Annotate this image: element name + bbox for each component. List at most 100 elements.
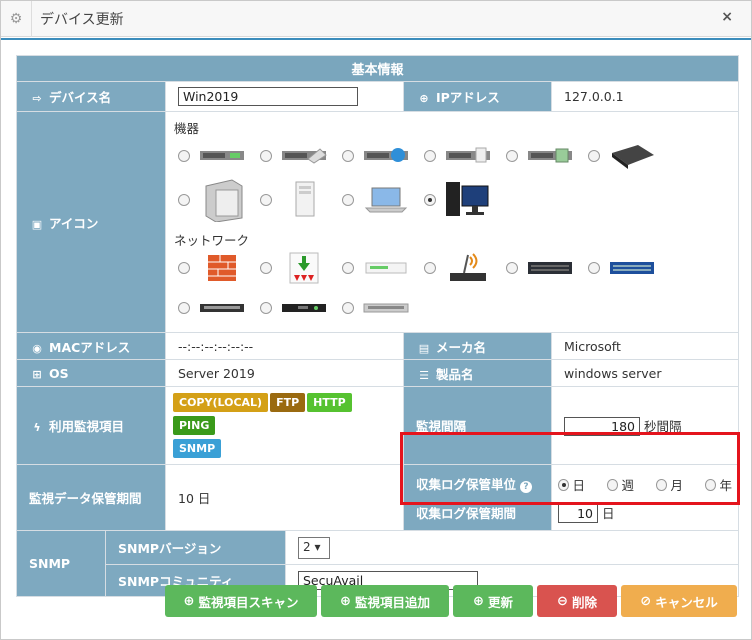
device-icon-row-2 — [174, 176, 730, 224]
mac-value: --:--:--:--:--:-- — [165, 332, 404, 360]
plus-circle-icon: ⊕ — [183, 593, 195, 609]
device-icon-radio[interactable] — [424, 150, 436, 162]
snmp-version-select[interactable]: 2 ▾ — [298, 536, 330, 559]
server-rack-icon — [280, 139, 328, 173]
tower-pc-icon — [280, 178, 328, 222]
log-unit-options: 日 週 月 年 — [558, 473, 732, 497]
network-icon-row-2 — [174, 288, 730, 328]
ban-icon: ⊘ — [640, 593, 652, 609]
network-icon-radio[interactable] — [424, 262, 436, 274]
device-form: 基本情報 ⇨ デバイス名 Win2019 ⊕ IPアドレス 127.0.0.1 ▣ ア… — [15, 55, 740, 597]
building-icon: ▤ — [418, 341, 430, 355]
log-unit-option-week: 週 — [621, 478, 635, 493]
log-unit-radio-day[interactable] — [558, 478, 569, 491]
log-period-label: 収集ログ保管期間 — [416, 505, 517, 521]
edit-icon: ⇨ — [32, 92, 42, 105]
log-unit-option-day: 日 — [572, 478, 586, 493]
gear-icon: ⚙ — [9, 10, 23, 27]
firewall-icon — [198, 251, 246, 285]
badge-snmp: SNMP — [173, 439, 222, 458]
network-icon-radio[interactable] — [588, 262, 600, 274]
device-icon-radio[interactable] — [260, 150, 272, 162]
network-icon-radio[interactable] — [342, 302, 354, 314]
wifi-router-icon — [444, 251, 492, 285]
device-icon-radio-selected[interactable] — [424, 194, 436, 206]
device-icon-radio[interactable] — [260, 194, 272, 206]
switch-blue-icon — [608, 251, 656, 285]
monitor-items-label: ϟ 利用監視項目 — [16, 386, 166, 465]
delete-button[interactable]: ⊖ 削除 — [537, 585, 617, 617]
product-label: ☰ 製品名 — [403, 359, 552, 387]
network-icon-radio[interactable] — [260, 262, 272, 274]
log-settings-values: 日 週 月 年 10 日 — [550, 464, 740, 531]
add-monitor-item-button[interactable]: ⊕ 監視項目追加 — [321, 585, 449, 617]
os-label: ⊞ OS — [16, 359, 166, 387]
log-period-input[interactable]: 10 — [558, 503, 598, 523]
title-accent-line — [1, 38, 751, 40]
patch-panel-icon — [280, 291, 328, 325]
device-icon-radio[interactable] — [588, 150, 600, 162]
maker-value: Microsoft — [550, 332, 740, 360]
network-icon-radio[interactable] — [260, 302, 272, 314]
scan-button[interactable]: ⊕ 監視項目スキャン — [165, 585, 317, 617]
device-icon-radio[interactable] — [178, 194, 190, 206]
interval-input[interactable]: 180 — [564, 416, 640, 436]
help-icon[interactable]: ? — [520, 480, 533, 493]
patch-panel-icon — [198, 291, 246, 325]
chevron-down-icon: ▾ — [314, 539, 321, 554]
log-unit-option-year: 年 — [719, 478, 733, 493]
snmp-version-cell: 2 ▾ — [284, 530, 740, 565]
network-icon-radio[interactable] — [178, 302, 190, 314]
icon-group-device-label: 機器 — [174, 121, 200, 136]
windows-icon: ⊞ — [32, 367, 42, 381]
snmp-version-label: SNMPバージョン — [105, 530, 286, 565]
desktop-pc-icon — [444, 178, 492, 222]
cancel-button[interactable]: ⊘ キャンセル — [621, 585, 737, 617]
barcode-icon: ☰ — [419, 368, 429, 382]
log-unit-label: 収集ログ保管単位? — [416, 474, 539, 493]
network-icon-radio[interactable] — [178, 262, 190, 274]
log-period-row: 10 日 — [558, 503, 732, 523]
device-icon-radio[interactable] — [342, 194, 354, 206]
server-rack-icon — [526, 139, 574, 173]
server-rack-icon — [362, 139, 410, 173]
device-icon-radio[interactable] — [342, 150, 354, 162]
form-table: 基本情報 ⇨ デバイス名 Win2019 ⊕ IPアドレス 127.0.0.1 ▣ ア… — [15, 55, 740, 597]
device-name-label: ⇨ デバイス名 — [16, 81, 166, 112]
icon-group-network-label: ネットワーク — [174, 233, 250, 248]
os-value: Server 2019 — [165, 359, 404, 387]
log-unit-radio-week[interactable] — [607, 478, 618, 491]
device-name-input[interactable]: Win2019 — [178, 87, 358, 106]
device-icon-radio[interactable] — [506, 150, 518, 162]
interval-unit: 秒間隔 — [643, 418, 682, 434]
icon-picker: 機器 ネットワーク — [164, 111, 740, 333]
log-unit-radio-year[interactable] — [705, 478, 716, 491]
device-update-dialog: ⚙ デバイス更新 × 基本情報 ⇨ デバイス名 Win2019 ⊕ IPアドレス 1… — [0, 0, 752, 640]
server-rack-icon — [444, 139, 492, 173]
icon-label: ▣ アイコン — [16, 111, 166, 333]
badge-ftp: FTP — [270, 393, 306, 412]
patch-panel-icon — [362, 291, 410, 325]
title-bar: ⚙ デバイス更新 × — [1, 0, 751, 37]
monitor-items-cell: COPY(LOCAL) FTP HTTP PING SNMP — [165, 386, 404, 465]
server-1u-icon — [608, 139, 656, 173]
log-settings-labels: 収集ログ保管単位? 収集ログ保管期間 — [403, 464, 552, 531]
globe-icon: ◉ — [32, 341, 42, 355]
router-download-icon — [280, 251, 328, 285]
network-icon-radio[interactable] — [506, 262, 518, 274]
log-unit-radio-month[interactable] — [656, 478, 667, 491]
section-header: 基本情報 — [15, 55, 740, 82]
close-icon[interactable]: × — [721, 9, 733, 25]
ip-value: 127.0.0.1 — [550, 81, 740, 112]
retention-label: 監視データ保管期間 — [16, 464, 166, 531]
switch-black-icon — [526, 251, 574, 285]
network-icon-row-1 — [174, 248, 730, 288]
log-period-unit: 日 — [601, 505, 615, 521]
badge-ping: PING — [173, 416, 216, 435]
network-icon-radio[interactable] — [342, 262, 354, 274]
retention-value: 10 日 — [165, 464, 404, 531]
plus-circle-icon: ⊕ — [473, 593, 484, 609]
snmp-label: SNMP — [16, 530, 106, 597]
update-button[interactable]: ⊕ 更新 — [453, 585, 533, 617]
device-icon-radio[interactable] — [178, 150, 190, 162]
